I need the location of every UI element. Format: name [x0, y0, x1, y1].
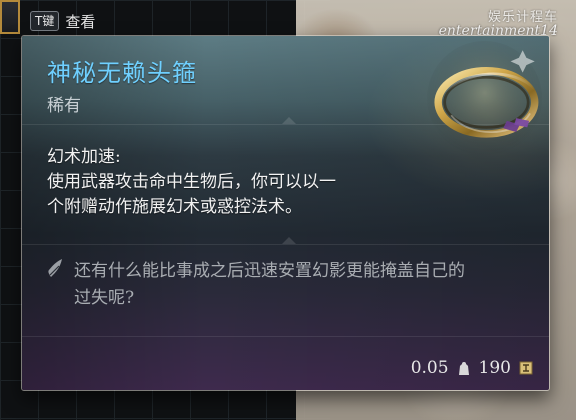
- description-line-1: 使用武器攻击命中生物后，你可以以一: [47, 172, 336, 192]
- inspect-label: 查看: [65, 12, 96, 31]
- divider-notch-2: [282, 237, 296, 244]
- item-tooltip: 神秘无赖头箍 稀有 幻术加速: 使用武器攻击命中生物后，你可以以一 个附赠动作施…: [21, 35, 550, 391]
- description-line-2: 个附赠动作施展幻术或惑控法术。: [47, 197, 302, 217]
- item-description: 幻术加速: 使用武器攻击命中生物后，你可以以一 个附赠动作施展幻术或惑控法术。: [47, 145, 407, 220]
- item-name: 神秘无赖头箍: [47, 59, 197, 87]
- selected-inventory-slot[interactable]: [0, 0, 20, 34]
- coin-icon: [519, 361, 533, 375]
- watermark-line-1: 娱乐计程车: [487, 10, 558, 25]
- section-divider-2: [22, 244, 549, 245]
- lore-text: 还有什么能比事成之后迅速安置幻影更能掩盖自己的 过失呢?: [74, 258, 526, 312]
- tooltip-content: 神秘无赖头箍 稀有 幻术加速: 使用武器攻击命中生物后，你可以以一 个附赠动作施…: [22, 36, 549, 390]
- item-stats: 0.05 190: [411, 358, 533, 378]
- hotkey-badge: T键: [30, 11, 60, 31]
- item-rarity: 稀有: [47, 96, 81, 116]
- value-amount: 190: [478, 358, 511, 378]
- weight-icon: [458, 362, 469, 375]
- divider-notch-1: [282, 117, 296, 124]
- ring-icon: [427, 41, 543, 157]
- quill-icon: [48, 259, 62, 277]
- weight-value: 0.05: [410, 358, 449, 378]
- section-divider-3: [22, 336, 549, 337]
- inspect-hint[interactable]: T键 查看: [30, 8, 95, 34]
- game-ui-stage: T键 查看 娱乐计程车 entertainment14 神秘无赖头箍 稀有 幻术…: [0, 0, 576, 420]
- item-lore: 还有什么能比事成之后迅速安置幻影更能掩盖自己的 过失呢?: [46, 258, 531, 330]
- lore-line-2: 过失呢?: [74, 288, 135, 308]
- description-title: 幻术加速:: [47, 147, 121, 167]
- lore-line-1: 还有什么能比事成之后迅速安置幻影更能掩盖自己的: [74, 261, 465, 281]
